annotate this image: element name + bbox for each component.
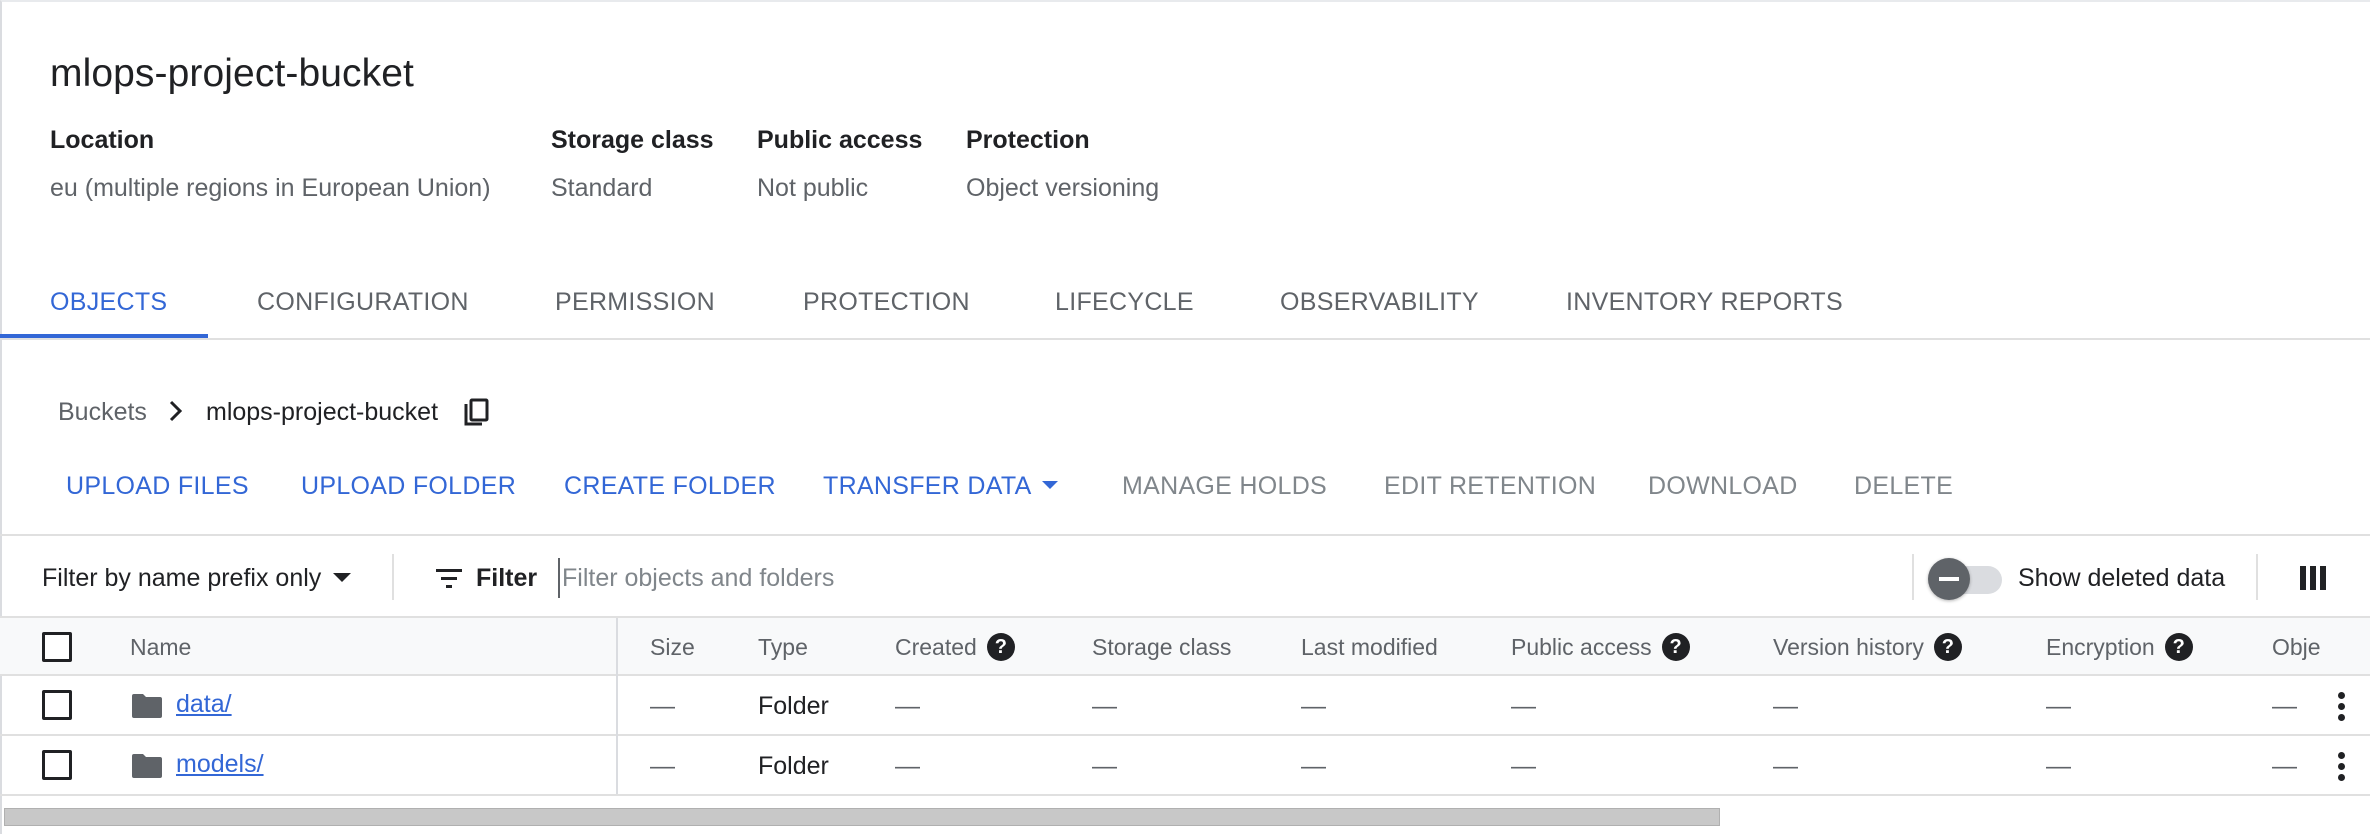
protection-label: Protection: [966, 126, 1090, 154]
col-version-history[interactable]: Version history?: [1773, 632, 1962, 663]
tab-configuration[interactable]: CONFIGURATION: [257, 288, 469, 317]
col-name[interactable]: Name: [130, 634, 191, 661]
table-row[interactable]: data/ — Folder — — — — — — —: [0, 676, 2370, 736]
column-display-icon[interactable]: [2300, 566, 2326, 590]
copy-icon[interactable]: [462, 398, 490, 428]
manage-holds-button[interactable]: MANAGE HOLDS: [1122, 472, 1327, 501]
col-last-modified[interactable]: Last modified: [1301, 634, 1438, 661]
horizontal-scrollbar[interactable]: [4, 808, 1720, 826]
create-folder-button[interactable]: CREATE FOLDER: [564, 472, 776, 501]
cell-last-modified: —: [1301, 752, 1326, 780]
cell-created: —: [895, 692, 920, 720]
col-object-truncated[interactable]: Obje: [2272, 634, 2321, 661]
delete-button[interactable]: DELETE: [1854, 472, 1953, 501]
cell-size: —: [650, 692, 675, 720]
page-title: mlops-project-bucket: [50, 52, 414, 95]
cell-object-truncated: —: [2272, 752, 2297, 780]
col-public-access-label: Public access: [1511, 634, 1652, 660]
location-value: eu (multiple regions in European Union): [50, 174, 491, 202]
cell-last-modified: —: [1301, 692, 1326, 720]
col-type[interactable]: Type: [758, 634, 808, 661]
col-storage-class[interactable]: Storage class: [1092, 634, 1231, 661]
cell-size: —: [650, 752, 675, 780]
more-vert-icon[interactable]: [2336, 692, 2346, 722]
cell-version-history: —: [1773, 692, 1798, 720]
tab-bar: OBJECTS CONFIGURATION PERMISSION PROTECT…: [0, 262, 2370, 340]
divider: [392, 554, 394, 600]
cell-object-truncated: —: [2272, 692, 2297, 720]
cell-version-history: —: [1773, 752, 1798, 780]
protection-value: Object versioning: [966, 174, 1160, 202]
table-header: Name Size Type Created? Storage class La…: [0, 618, 2370, 676]
tab-permission[interactable]: PERMISSION: [555, 288, 715, 317]
cell-type: Folder: [758, 752, 829, 780]
cell-encryption: —: [2046, 752, 2071, 780]
show-deleted-label: Show deleted data: [2018, 564, 2226, 592]
folder-icon: [132, 754, 162, 778]
row-checkbox[interactable]: [42, 690, 72, 720]
filter-label: Filter: [476, 564, 538, 592]
cell-storage-class: —: [1092, 752, 1117, 780]
cell-created: —: [895, 752, 920, 780]
col-encryption-label: Encryption: [2046, 634, 2155, 660]
divider: [1912, 554, 1914, 600]
toggle-knob[interactable]: [1928, 558, 1970, 600]
sticky-column-divider: [616, 618, 618, 794]
transfer-data-button[interactable]: TRANSFER DATA: [823, 472, 1058, 501]
filter-objects-input[interactable]: [558, 558, 1898, 598]
help-icon[interactable]: ?: [986, 632, 1015, 661]
filter-bar: Filter by name prefix only Filter Show d…: [0, 534, 2370, 618]
col-public-access[interactable]: Public access?: [1511, 632, 1690, 663]
help-icon[interactable]: ?: [2164, 632, 2193, 661]
chevron-right-icon: [169, 400, 183, 422]
download-button[interactable]: DOWNLOAD: [1648, 472, 1798, 501]
col-created-label: Created: [895, 634, 977, 660]
cell-storage-class: —: [1092, 692, 1117, 720]
table-row[interactable]: models/ — Folder — — — — — — —: [0, 736, 2370, 796]
folder-link[interactable]: models/: [176, 750, 264, 779]
active-tab-indicator: [0, 334, 208, 338]
breadcrumb-current: mlops-project-bucket: [206, 398, 439, 426]
breadcrumb-buckets-link[interactable]: Buckets: [58, 398, 147, 427]
caret-down-icon: [1041, 481, 1058, 490]
public-access-label: Public access: [757, 126, 923, 154]
select-all-checkbox[interactable]: [42, 632, 72, 662]
cell-encryption: —: [2046, 692, 2071, 720]
tab-objects[interactable]: OBJECTS: [50, 288, 167, 317]
row-checkbox[interactable]: [42, 750, 72, 780]
caret-down-icon: [333, 572, 352, 582]
folder-icon: [132, 694, 162, 718]
edit-retention-button[interactable]: EDIT RETENTION: [1384, 472, 1596, 501]
tab-observability[interactable]: OBSERVABILITY: [1280, 288, 1479, 317]
cell-public-access: —: [1511, 752, 1536, 780]
tab-lifecycle[interactable]: LIFECYCLE: [1055, 288, 1194, 317]
filter-icon: [436, 569, 462, 588]
storage-class-value: Standard: [551, 174, 653, 202]
upload-files-button[interactable]: UPLOAD FILES: [66, 472, 249, 501]
storage-class-label: Storage class: [551, 126, 714, 154]
upload-folder-button[interactable]: UPLOAD FOLDER: [301, 472, 516, 501]
col-size[interactable]: Size: [650, 634, 695, 661]
filter-prefix-label: Filter by name prefix only: [42, 564, 322, 592]
cell-public-access: —: [1511, 692, 1536, 720]
transfer-data-label: TRANSFER DATA: [823, 472, 1032, 500]
tab-inventory-reports[interactable]: INVENTORY REPORTS: [1566, 288, 1843, 317]
filter-prefix-select[interactable]: Filter by name prefix only: [42, 564, 352, 593]
col-created[interactable]: Created?: [895, 632, 1015, 663]
col-encryption[interactable]: Encryption?: [2046, 632, 2193, 663]
divider: [2256, 554, 2258, 600]
help-icon[interactable]: ?: [1933, 632, 1962, 661]
more-vert-icon[interactable]: [2336, 752, 2346, 782]
public-access-value: Not public: [757, 174, 869, 202]
location-label: Location: [50, 126, 155, 154]
col-version-history-label: Version history: [1773, 634, 1924, 660]
help-icon[interactable]: ?: [1661, 632, 1690, 661]
tab-protection[interactable]: PROTECTION: [803, 288, 970, 317]
cell-type: Folder: [758, 692, 829, 720]
folder-link[interactable]: data/: [176, 690, 232, 719]
